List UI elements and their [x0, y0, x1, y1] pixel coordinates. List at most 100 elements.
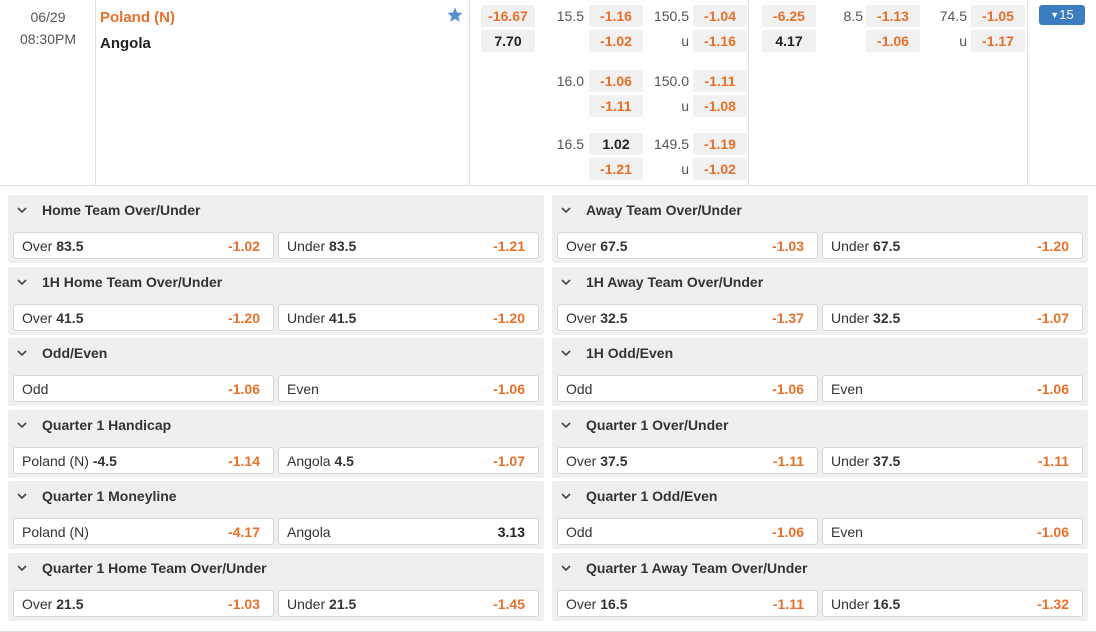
- market-title: 1H Home Team Over/Under: [42, 274, 223, 290]
- market-option-2[interactable]: Under 41.5 -1.20: [278, 304, 539, 331]
- ft-total-line: 150.5: [653, 8, 689, 24]
- market-header[interactable]: Away Team Over/Under: [552, 195, 1088, 225]
- ft-handicap-home-odds[interactable]: -1.16: [589, 5, 643, 27]
- ft-moneyline-home[interactable]: -16.67: [481, 5, 535, 27]
- option-label: Over 32.5: [566, 310, 628, 326]
- market-option-2[interactable]: Even -1.06: [822, 518, 1083, 545]
- chevron-down-icon: [561, 565, 571, 572]
- market-card: Quarter 1 Odd/Even Odd -1.06 Even -1.06: [552, 481, 1088, 549]
- ft-under-odds[interactable]: -1.08: [693, 95, 747, 117]
- more-column: ▼15: [1028, 0, 1096, 186]
- option-odds: -1.06: [1037, 381, 1069, 397]
- fh-moneyline-away[interactable]: 4.17: [762, 30, 816, 52]
- market-title: 1H Away Team Over/Under: [586, 274, 764, 290]
- ft-under-odds[interactable]: -1.16: [693, 30, 747, 52]
- market-option-2[interactable]: Even -1.06: [822, 375, 1083, 402]
- market-title: Away Team Over/Under: [586, 202, 742, 218]
- option-odds: -1.37: [772, 310, 804, 326]
- ft-under-odds[interactable]: -1.02: [693, 158, 747, 180]
- market-option-2[interactable]: Under 67.5 -1.20: [822, 232, 1083, 259]
- market-option-1[interactable]: Poland (N) -4.5 -1.14: [13, 447, 274, 474]
- market-option-1[interactable]: Over 16.5 -1.11: [557, 590, 818, 617]
- market-header[interactable]: Quarter 1 Moneyline: [8, 481, 544, 511]
- fh-over-odds[interactable]: -1.05: [971, 5, 1025, 27]
- option-label: Poland (N) -4.5: [22, 453, 117, 469]
- market-header[interactable]: Quarter 1 Home Team Over/Under: [8, 553, 544, 583]
- market-option-1[interactable]: Odd -1.06: [13, 375, 274, 402]
- ft-handicap-line: 16.0: [556, 73, 584, 89]
- option-label: Over 41.5: [22, 310, 84, 326]
- market-option-1[interactable]: Over 32.5 -1.37: [557, 304, 818, 331]
- option-odds: -1.02: [228, 238, 260, 254]
- market-option-1[interactable]: Over 67.5 -1.03: [557, 232, 818, 259]
- market-option-2[interactable]: Under 37.5 -1.11: [822, 447, 1083, 474]
- chevron-down-icon: [17, 493, 27, 500]
- market-option-2[interactable]: Under 83.5 -1.21: [278, 232, 539, 259]
- home-team-name[interactable]: Poland (N): [100, 9, 175, 26]
- fh-under-label: u: [959, 33, 967, 49]
- market-header[interactable]: 1H Home Team Over/Under: [8, 267, 544, 297]
- option-label: Over 21.5: [22, 596, 84, 612]
- market-title: Quarter 1 Over/Under: [586, 417, 729, 433]
- ft-handicap-home-odds[interactable]: -1.06: [589, 70, 643, 92]
- away-team-name[interactable]: Angola: [100, 35, 151, 52]
- more-markets-button[interactable]: ▼15: [1039, 5, 1085, 25]
- market-header[interactable]: Quarter 1 Over/Under: [552, 410, 1088, 440]
- market-option-2[interactable]: Angola 3.13: [278, 518, 539, 545]
- chevron-down-icon: [561, 493, 571, 500]
- ft-handicap-away-odds[interactable]: -1.21: [589, 158, 643, 180]
- fh-moneyline-home[interactable]: -6.25: [762, 5, 816, 27]
- ft-handicap-home-odds[interactable]: 1.02: [589, 133, 643, 155]
- chevron-down-icon: [561, 279, 571, 286]
- market-header[interactable]: Quarter 1 Handicap: [8, 410, 544, 440]
- market-option-1[interactable]: Over 83.5 -1.02: [13, 232, 274, 259]
- market-option-1[interactable]: Odd -1.06: [557, 518, 818, 545]
- market-title: Odd/Even: [42, 345, 108, 361]
- option-label: Over 37.5: [566, 453, 628, 469]
- market-header[interactable]: Quarter 1 Away Team Over/Under: [552, 553, 1088, 583]
- option-odds: -1.11: [1037, 453, 1069, 469]
- option-odds: -1.03: [228, 596, 260, 612]
- option-label: Under 83.5: [287, 238, 357, 254]
- teams-column: Poland (N) Angola: [96, 0, 470, 186]
- option-odds: -1.06: [772, 524, 804, 540]
- market-option-1[interactable]: Poland (N) -4.17: [13, 518, 274, 545]
- fh-under-odds[interactable]: -1.17: [971, 30, 1025, 52]
- market-card: Quarter 1 Handicap Poland (N) -4.5 -1.14…: [8, 410, 544, 478]
- option-label: Under 21.5: [287, 596, 357, 612]
- market-option-1[interactable]: Over 21.5 -1.03: [13, 590, 274, 617]
- option-label: Over 16.5: [566, 596, 628, 612]
- market-option-2[interactable]: Angola 4.5 -1.07: [278, 447, 539, 474]
- star-icon[interactable]: [446, 6, 464, 24]
- ft-over-odds[interactable]: -1.11: [693, 70, 747, 92]
- market-option-1[interactable]: Over 41.5 -1.20: [13, 304, 274, 331]
- chevron-down-icon: [17, 565, 27, 572]
- market-header[interactable]: Quarter 1 Odd/Even: [552, 481, 1088, 511]
- market-card: Away Team Over/Under Over 67.5 -1.03 Und…: [552, 195, 1088, 263]
- market-header[interactable]: 1H Away Team Over/Under: [552, 267, 1088, 297]
- option-label: Under 37.5: [831, 453, 901, 469]
- market-header[interactable]: Home Team Over/Under: [8, 195, 544, 225]
- option-odds: 3.13: [497, 524, 525, 540]
- market-option-2[interactable]: Under 32.5 -1.07: [822, 304, 1083, 331]
- market-option-2[interactable]: Under 21.5 -1.45: [278, 590, 539, 617]
- ft-under-label: u: [681, 33, 689, 49]
- market-option-2[interactable]: Under 16.5 -1.32: [822, 590, 1083, 617]
- ft-over-odds[interactable]: -1.04: [693, 5, 747, 27]
- market-header[interactable]: Odd/Even: [8, 338, 544, 368]
- ft-over-odds[interactable]: -1.19: [693, 133, 747, 155]
- option-odds: -4.17: [228, 524, 260, 540]
- option-odds: -1.20: [228, 310, 260, 326]
- market-option-1[interactable]: Odd -1.06: [557, 375, 818, 402]
- option-odds: -1.11: [772, 596, 804, 612]
- ft-handicap-away-odds[interactable]: -1.02: [589, 30, 643, 52]
- chevron-down-icon: [17, 422, 27, 429]
- market-title: Quarter 1 Odd/Even: [586, 488, 718, 504]
- ft-moneyline-away[interactable]: 7.70: [481, 30, 535, 52]
- market-option-1[interactable]: Over 37.5 -1.11: [557, 447, 818, 474]
- market-header[interactable]: 1H Odd/Even: [552, 338, 1088, 368]
- fh-handicap-home-odds[interactable]: -1.13: [866, 5, 920, 27]
- fh-handicap-away-odds[interactable]: -1.06: [866, 30, 920, 52]
- market-option-2[interactable]: Even -1.06: [278, 375, 539, 402]
- ft-handicap-away-odds[interactable]: -1.11: [589, 95, 643, 117]
